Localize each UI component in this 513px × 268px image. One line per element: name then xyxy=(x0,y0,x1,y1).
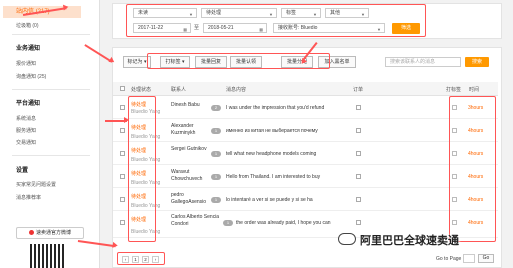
wechat-icon xyxy=(338,233,356,245)
row-contact-name[interactable]: Sergei Gutnikov xyxy=(171,146,211,153)
divider xyxy=(12,155,90,156)
unread-count-badge: 1 xyxy=(211,174,221,180)
sidebar-item-inquiry[interactable]: 询盘通知 (25) xyxy=(16,73,46,80)
annotation-filter-box xyxy=(126,4,426,37)
sidebar-item-quote[interactable]: 报价通知 xyxy=(16,60,36,67)
select-all-checkbox[interactable] xyxy=(120,86,125,91)
unread-count-badge: 1 xyxy=(223,220,233,226)
row-checkbox[interactable] xyxy=(120,151,125,156)
header-status: 处理状态 xyxy=(131,87,152,93)
official-weibo-button[interactable]: 速卖通官方微博 xyxy=(16,227,84,239)
goto-page-input[interactable] xyxy=(463,254,475,263)
page-1-button[interactable]: 1 xyxy=(132,256,139,263)
section-platform-title: 平台通知 xyxy=(16,101,41,107)
table-row[interactable]: 待处理 Bluedio Yang pedro GallegoAsensio 1 … xyxy=(113,189,498,211)
unread-count-badge: 2 xyxy=(211,105,221,111)
table-row[interactable]: 待处理 Bluedio Yang Waravut Chowchuvech 1 H… xyxy=(113,166,498,188)
row-contact-name[interactable]: Dinesh Babu xyxy=(171,102,211,109)
sidebar-item-trash[interactable]: 垃圾箱 (0) xyxy=(16,22,39,29)
row-message[interactable]: tell what new headphone models coming xyxy=(226,151,354,157)
row-contact-name[interactable]: Alexander Kuzminykh xyxy=(171,123,211,137)
section-business-title: 业务通知 xyxy=(16,46,41,52)
sidebar-item-recommend-rate[interactable]: 消息推荐率 xyxy=(16,194,41,201)
row-message[interactable]: the order was already paid, I hope you c… xyxy=(236,220,354,226)
annotation-status-box xyxy=(128,96,156,242)
pagination: ‹ 1 2 › xyxy=(117,252,165,265)
header-time: 时间 xyxy=(469,87,480,93)
table-row[interactable]: 待处理 Bluedio Yang Alexander Kuzminykh 1 и… xyxy=(113,120,498,142)
row-checkbox[interactable] xyxy=(120,105,125,110)
unread-count-badge: 1 xyxy=(211,151,221,157)
row-contact-name[interactable]: Carlos Alberto Sencia Condori xyxy=(171,214,223,228)
prev-page-button[interactable]: ‹ xyxy=(122,256,129,263)
table-header: 处理状态 联系人 消息内容 订单 打标签 时间 xyxy=(113,82,498,96)
goto-page-label: Go to Page xyxy=(436,256,462,262)
row-checkbox[interactable] xyxy=(120,174,125,179)
unread-count-badge: 1 xyxy=(211,197,221,203)
row-message[interactable]: lo intentaré a ver si se puede y si se h… xyxy=(226,197,354,203)
header-tag: 打标签 xyxy=(446,87,462,93)
section-settings-title: 设置 xyxy=(16,168,29,174)
header-contact: 联系人 xyxy=(171,87,187,93)
row-message[interactable]: Hello from Thailand. I am interested to … xyxy=(226,174,354,180)
order-link-icon[interactable] xyxy=(356,174,361,179)
header-message: 消息内容 xyxy=(226,87,247,93)
sidebar: 站内信 (217) 垃圾箱 (0) 业务通知 报价通知 询盘通知 (25) 平台… xyxy=(0,0,100,268)
annotation-time-box xyxy=(449,96,496,242)
next-page-button[interactable]: › xyxy=(152,256,159,263)
table-row[interactable]: 待处理 Bluedio Yang Dinesh Babu 2 I was und… xyxy=(113,97,498,119)
header-order: 订单 xyxy=(353,87,364,93)
table-row[interactable]: 待处理 Bluedio Yang Sergei Gutnikov 1 tell … xyxy=(113,143,498,165)
page-2-button[interactable]: 2 xyxy=(142,256,149,263)
contact-search-input[interactable]: 搜索该联系人的消息 xyxy=(385,57,461,67)
order-link-icon[interactable] xyxy=(356,128,361,133)
order-link-icon[interactable] xyxy=(356,105,361,110)
divider xyxy=(12,89,90,90)
sidebar-item-trade[interactable]: 交易通知 xyxy=(16,139,36,146)
sidebar-item-service[interactable]: 服务通知 xyxy=(16,127,36,134)
sidebar-item-system[interactable]: 系统消息 xyxy=(16,115,36,122)
goto-page-button[interactable]: Go xyxy=(478,254,494,263)
row-checkbox[interactable] xyxy=(120,197,125,202)
qr-code-image xyxy=(30,244,66,268)
watermark-text: 阿里巴巴全球速卖通 xyxy=(360,235,459,247)
row-message[interactable]: именно из китая не выберается почему xyxy=(226,128,354,134)
row-contact-name[interactable]: Waravut Chowchuvech xyxy=(171,169,211,183)
row-contact-name[interactable]: pedro GallegoAsensio xyxy=(171,192,211,206)
contact-search-button[interactable]: 搜索 xyxy=(465,57,489,67)
row-checkbox[interactable] xyxy=(120,128,125,133)
divider xyxy=(12,34,90,35)
unread-count-badge: 1 xyxy=(211,128,221,134)
official-weibo-label: 速卖通官方微博 xyxy=(35,230,71,236)
order-link-icon[interactable] xyxy=(356,151,361,156)
row-message[interactable]: I was under the impression that you'd re… xyxy=(226,105,354,111)
annotation-arrow xyxy=(105,117,129,123)
weibo-icon xyxy=(28,230,34,236)
order-link-icon[interactable] xyxy=(356,220,361,225)
sidebar-item-faq-settings[interactable]: 买家常见问题设置 xyxy=(16,181,56,188)
order-link-icon[interactable] xyxy=(356,197,361,202)
mark-as-label: 标记为 xyxy=(127,59,143,65)
row-checkbox[interactable] xyxy=(120,220,125,225)
